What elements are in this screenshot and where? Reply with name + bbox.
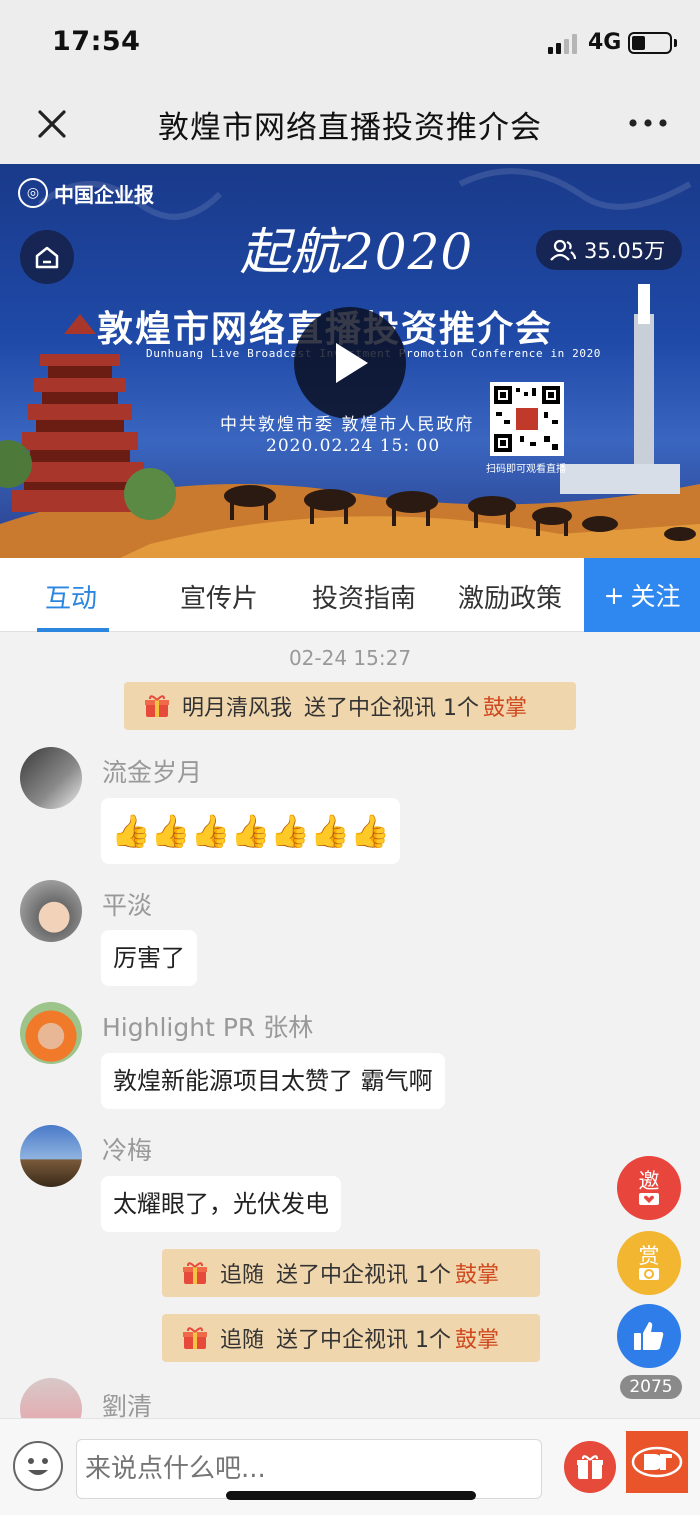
more-icon[interactable] bbox=[626, 110, 672, 136]
message-bubble: 👍👍👍👍👍👍👍 bbox=[101, 798, 400, 864]
chat-input[interactable] bbox=[76, 1439, 542, 1499]
message-author: 流金岁月 bbox=[102, 758, 203, 787]
heart-icon bbox=[639, 1193, 659, 1205]
gift-icon bbox=[183, 1327, 207, 1349]
signal-icon bbox=[548, 34, 580, 54]
nav-bar: 敦煌市网络直播投资推介会 bbox=[0, 82, 700, 164]
banner-organizers: 中共敦煌市委 敦煌市人民政府 bbox=[220, 415, 475, 435]
message-author: 平淡 bbox=[102, 891, 153, 920]
smiley-icon bbox=[28, 1458, 48, 1475]
gift-text: 送了中企视讯 1个 bbox=[276, 1328, 452, 1353]
tab-interaction[interactable]: 互动 bbox=[45, 578, 97, 615]
home-icon bbox=[35, 246, 59, 269]
gift-icon bbox=[145, 695, 169, 717]
home-button[interactable] bbox=[20, 230, 74, 284]
gift-name: 鼓掌 bbox=[455, 1263, 500, 1288]
status-time: 17:54 bbox=[52, 26, 141, 57]
follow-label: 关注 bbox=[630, 582, 681, 611]
qr-code bbox=[490, 382, 564, 456]
gift-icon bbox=[183, 1262, 207, 1284]
tab-incentive-policy[interactable]: 激励政策 bbox=[458, 578, 562, 615]
video-banner[interactable]: ◎ 中国企业报 35.05万 起航2020 敦煌市网络直播投资推介会 Dunhu… bbox=[0, 164, 700, 558]
avatar[interactable] bbox=[20, 1002, 82, 1064]
gift-user: 追随 bbox=[220, 1263, 265, 1288]
plus-icon: + bbox=[603, 580, 625, 610]
reward-button[interactable]: 赏 bbox=[617, 1231, 681, 1295]
brand-logo-icon bbox=[631, 1446, 683, 1478]
avatar[interactable] bbox=[20, 1125, 82, 1187]
battery-tip bbox=[674, 39, 677, 47]
banner-datetime: 2020.02.24 15: 00 bbox=[266, 436, 441, 456]
logo-mark-icon: ◎ bbox=[18, 178, 48, 208]
viewer-count: 35.05万 bbox=[584, 239, 666, 263]
viewer-count-badge: 35.05万 bbox=[536, 230, 682, 270]
thumbs-up-icon bbox=[634, 1322, 664, 1350]
message-bubble: 太耀眼了，光伏发电 bbox=[101, 1176, 341, 1232]
tab-investment-guide[interactable]: 投资指南 bbox=[312, 578, 416, 615]
gift-text: 送了中企视讯 1个 bbox=[276, 1263, 452, 1288]
gift-icon bbox=[577, 1455, 603, 1479]
like-button[interactable] bbox=[617, 1304, 681, 1368]
send-gift-button[interactable] bbox=[564, 1441, 616, 1493]
gift-notice: 追随 送了中企视讯 1个 鼓掌 bbox=[162, 1249, 540, 1297]
input-bar bbox=[0, 1418, 700, 1515]
logo-text: 中国企业报 bbox=[54, 182, 154, 207]
tab-bar: 互动 宣传片 投资指南 激励政策 + 关注 bbox=[0, 558, 700, 632]
status-bar: 17:54 4G bbox=[0, 0, 700, 82]
message-author: 冷梅 bbox=[102, 1136, 153, 1165]
play-icon bbox=[336, 343, 368, 383]
network-label: 4G bbox=[588, 30, 622, 55]
gift-notice: 明月清风我 送了中企视讯 1个 鼓掌 bbox=[124, 682, 576, 730]
gift-user: 明月清风我 bbox=[182, 696, 293, 721]
message-bubble: 厉害了 bbox=[101, 930, 197, 986]
gift-name: 鼓掌 bbox=[455, 1328, 500, 1353]
avatar[interactable] bbox=[20, 1378, 82, 1418]
gift-notice: 追随 送了中企视讯 1个 鼓掌 bbox=[162, 1314, 540, 1362]
message-author: Highlight PR 张林 bbox=[102, 1013, 314, 1042]
chat-timestamp: 02-24 15:27 bbox=[288, 646, 412, 670]
message-author: 劉清 bbox=[102, 1392, 153, 1418]
message-bubble: 敦煌新能源项目太赞了 霸气啊 bbox=[101, 1053, 445, 1109]
battery-icon bbox=[628, 32, 672, 54]
emoji-button[interactable] bbox=[13, 1441, 63, 1491]
follow-button[interactable]: + 关注 bbox=[584, 558, 700, 632]
people-icon bbox=[550, 239, 576, 261]
brand-logo-button[interactable] bbox=[626, 1431, 688, 1493]
invite-button[interactable]: 邀 bbox=[617, 1156, 681, 1220]
chat-feed[interactable]: 02-24 15:27 明月清风我 送了中企视讯 1个 鼓掌 流金岁月 👍👍👍👍… bbox=[0, 632, 700, 1418]
avatar[interactable] bbox=[20, 880, 82, 942]
play-button[interactable] bbox=[294, 307, 406, 419]
home-indicator bbox=[226, 1491, 476, 1500]
gift-text: 送了中企视讯 1个 bbox=[304, 696, 480, 721]
media-logo: ◎ 中国企业报 bbox=[18, 178, 154, 208]
close-icon[interactable] bbox=[32, 104, 72, 144]
gift-user: 追随 bbox=[220, 1328, 265, 1353]
reward-label: 赏 bbox=[638, 1244, 660, 1268]
gift-name: 鼓掌 bbox=[483, 696, 528, 721]
page-title: 敦煌市网络直播投资推介会 bbox=[158, 110, 542, 146]
tab-promo-video[interactable]: 宣传片 bbox=[180, 578, 258, 615]
avatar[interactable] bbox=[20, 747, 82, 809]
battery-fill bbox=[632, 36, 645, 50]
coin-icon bbox=[639, 1268, 659, 1280]
banner-slogan: 起航2020 bbox=[240, 223, 474, 281]
invite-label: 邀 bbox=[638, 1169, 660, 1193]
qr-caption: 扫码即可观看直播 bbox=[486, 464, 566, 475]
like-count: 2075 bbox=[620, 1375, 682, 1399]
